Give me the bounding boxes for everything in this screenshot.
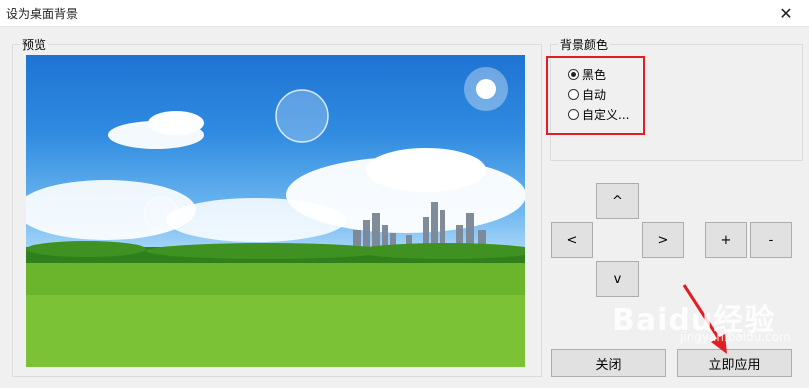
window-title: 设为桌面背景 bbox=[6, 7, 79, 21]
zoom-out-button[interactable]: - bbox=[750, 222, 792, 258]
close-icon[interactable]: ✕ bbox=[763, 0, 809, 26]
watermark-url: jingyan.baidu.com bbox=[680, 330, 791, 344]
move-right-button[interactable]: > bbox=[642, 222, 684, 258]
highlight-box bbox=[546, 56, 645, 135]
landscape-wallpaper bbox=[26, 67, 525, 367]
move-down-button[interactable]: v bbox=[596, 261, 639, 297]
preview-image bbox=[26, 55, 525, 367]
move-up-button[interactable]: ^ bbox=[596, 183, 639, 219]
zoom-in-button[interactable]: + bbox=[705, 222, 747, 258]
preview-legend: 预览 bbox=[20, 36, 49, 53]
background-color-legend: 背景颜色 bbox=[558, 36, 611, 53]
close-button[interactable]: 关闭 bbox=[551, 349, 666, 377]
title-bar: 设为桌面背景 ✕ bbox=[0, 0, 809, 27]
move-left-button[interactable]: < bbox=[551, 222, 593, 258]
